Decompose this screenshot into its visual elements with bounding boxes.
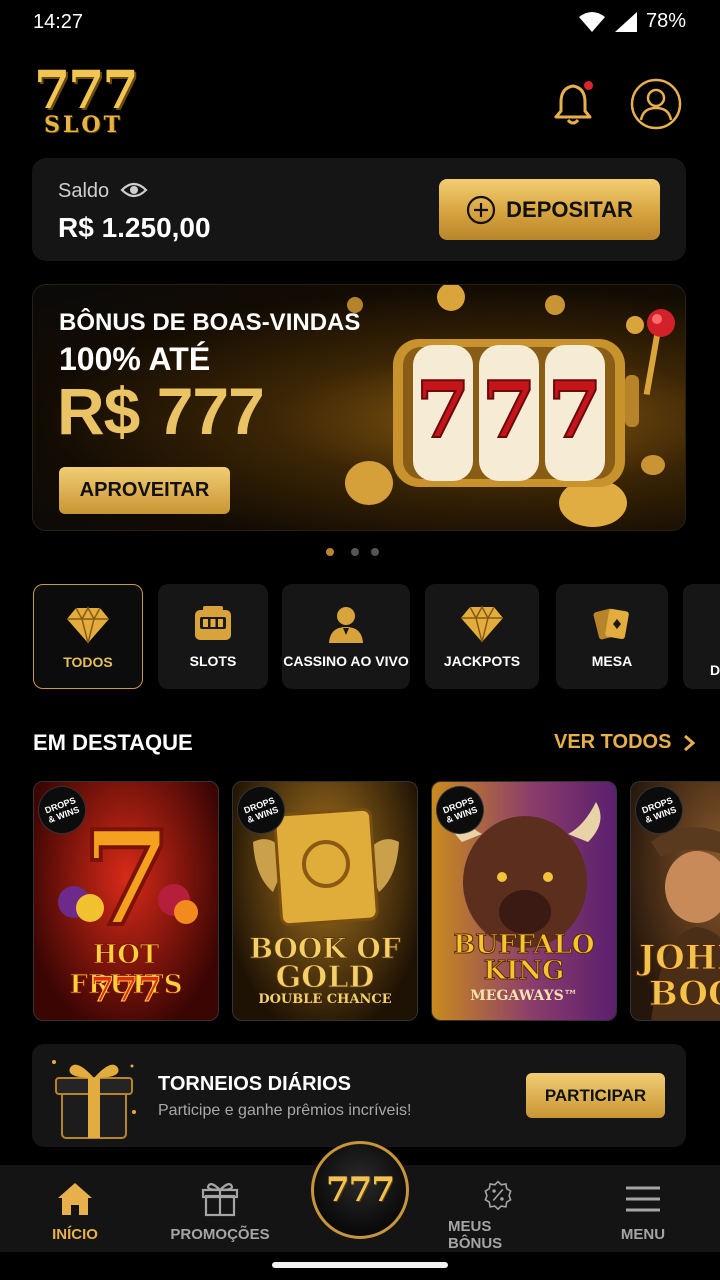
category-slots[interactable]: SLOTS bbox=[158, 584, 268, 689]
home-indicator[interactable] bbox=[272, 1262, 448, 1268]
balance-card: Saldo R$ 1.250,00 DEPOSITAR bbox=[32, 158, 686, 261]
diamond-icon bbox=[67, 606, 109, 644]
deposit-label: DEPOSITAR bbox=[506, 196, 633, 222]
nav-promotions[interactable]: PROMOÇÕES bbox=[170, 1165, 270, 1252]
diamond-icon bbox=[461, 605, 503, 643]
home-icon bbox=[58, 1183, 92, 1215]
wifi-icon bbox=[578, 11, 605, 32]
logo-text-bottom: SLOT bbox=[44, 112, 123, 138]
see-all-link[interactable]: VER TODOS bbox=[554, 731, 696, 754]
hamburger-icon bbox=[626, 1186, 660, 1212]
dealer-icon bbox=[329, 607, 363, 643]
battery-level: 78% bbox=[645, 10, 686, 32]
claim-bonus-button[interactable]: APROVEITAR bbox=[59, 467, 230, 514]
app-logo[interactable]: 777 SLOT bbox=[34, 60, 158, 138]
game-card-buffalo-king[interactable]: DROPS & WINS BUFFALO KING MEGAWAYS™ bbox=[431, 781, 617, 1021]
pagination-dot[interactable] bbox=[326, 548, 334, 556]
category-label: MESA bbox=[591, 653, 633, 669]
game-title-line: JOHN bbox=[639, 938, 720, 979]
category-live-casino[interactable]: CASSINO AO VIVO bbox=[282, 584, 410, 689]
featured-games: 7 DROPS & WINS HOT FRUITS 777 DROPS & WINS… bbox=[0, 781, 720, 1021]
status-time: 14:27 bbox=[33, 11, 84, 33]
nav-label: MEUS BÔNUS bbox=[448, 1218, 503, 1252]
status-bar: 14:27 78% bbox=[0, 0, 720, 46]
svg-text:7: 7 bbox=[82, 802, 172, 955]
category-mesa[interactable]: MESA bbox=[556, 584, 668, 689]
tournament-card: TORNEIOS DIÁRIOS Participe e ganhe prêmi… bbox=[32, 1044, 686, 1147]
deposit-button[interactable]: DEPOSITAR bbox=[439, 179, 660, 240]
reel-1: 7 bbox=[416, 365, 470, 456]
category-jackpots[interactable]: JACKPOTS bbox=[425, 584, 539, 689]
slot-machine-icon bbox=[195, 606, 231, 640]
nav-label: PROMOÇÕES bbox=[170, 1226, 270, 1243]
pagination-dot[interactable] bbox=[351, 548, 359, 556]
banner-pagination bbox=[0, 546, 720, 558]
profile-icon[interactable] bbox=[630, 78, 682, 130]
tournament-subtitle: Participe e ganhe prêmios incríveis! bbox=[158, 1102, 412, 1119]
banner-subtitle: BÔNUS DE BOAS-VINDAS bbox=[59, 309, 361, 336]
percent-badge-icon bbox=[484, 1180, 512, 1210]
nav-label: INÍCIO bbox=[52, 1226, 98, 1243]
center-777-button[interactable]: 777 bbox=[311, 1141, 409, 1239]
game-title-line: 777 bbox=[90, 970, 162, 1011]
nav-label: MENU bbox=[620, 1226, 666, 1243]
nav-my-bonuses[interactable]: MEUS BÔNUS bbox=[448, 1165, 548, 1252]
claim-bonus-label: APROVEITAR bbox=[79, 479, 210, 501]
nav-home[interactable]: INÍCIO bbox=[40, 1165, 110, 1252]
gift-icon bbox=[201, 1183, 239, 1217]
pagination-dot[interactable] bbox=[371, 548, 379, 556]
category-label: JACKPOTS bbox=[443, 653, 521, 669]
participate-button[interactable]: PARTICIPAR bbox=[526, 1073, 665, 1118]
game-title-line: BOO bbox=[649, 974, 720, 1015]
tournament-title: TORNEIOS DIÁRIOS bbox=[158, 1073, 351, 1095]
category-label: TODOS bbox=[63, 654, 113, 670]
signal-icon bbox=[614, 11, 637, 32]
balance-value: R$ 1.250,00 bbox=[58, 212, 211, 243]
app-header: 777 SLOT bbox=[0, 60, 720, 144]
featured-title: EM DESTAQUE bbox=[33, 730, 193, 755]
game-card-john-hunter[interactable]: DROPS& WINS JOHN BOO bbox=[630, 781, 720, 1021]
game-card-hot-fruits[interactable]: 7 DROPS & WINS HOT FRUITS 777 bbox=[33, 781, 219, 1021]
game-title-line: GOLD bbox=[275, 960, 375, 996]
game-title-line: MEGAWAYS™ bbox=[470, 988, 578, 1004]
category-todos[interactable]: TODOS bbox=[33, 584, 143, 689]
see-all-label: VER TODOS bbox=[554, 731, 672, 753]
slot-machine-illustration: 7 7 7 bbox=[345, 285, 675, 527]
reel-3: 7 bbox=[548, 365, 602, 456]
notification-dot bbox=[584, 81, 593, 90]
category-label: D bbox=[710, 662, 720, 678]
category-label: SLOTS bbox=[189, 653, 237, 669]
plus-circle-icon bbox=[467, 195, 496, 224]
welcome-bonus-banner[interactable]: 7 7 7 BÔNUS DE BOAS-VINDAS 100% ATÉ R$ 7… bbox=[32, 284, 686, 531]
chevron-right-icon bbox=[684, 734, 696, 751]
status-icons: 78% bbox=[578, 10, 686, 33]
game-title-line: DOUBLE CHANCE bbox=[258, 992, 392, 1007]
gift-icon bbox=[52, 1060, 136, 1139]
reel-2: 7 bbox=[482, 365, 536, 456]
eye-icon[interactable] bbox=[120, 180, 148, 200]
category-tabs: TODOS SLOTS CASSINO AO VIVO JACKPOTS MES… bbox=[0, 584, 720, 690]
banner-amount: R$ 777 bbox=[57, 374, 265, 448]
game-card-book-of-gold[interactable]: DROPS & WINS BOOK OF GOLD DOUBLE CHANCE bbox=[232, 781, 418, 1021]
game-title-line: KING bbox=[483, 956, 565, 987]
nav-menu[interactable]: MENU bbox=[608, 1165, 678, 1252]
participate-label: PARTICIPAR bbox=[544, 1085, 647, 1105]
category-label: CASSINO AO VIVO bbox=[283, 653, 409, 669]
center-777-label: 777 bbox=[326, 1170, 395, 1210]
category-partial[interactable]: D bbox=[683, 584, 720, 689]
cards-icon bbox=[593, 608, 629, 640]
balance-label: Saldo bbox=[58, 180, 110, 202]
